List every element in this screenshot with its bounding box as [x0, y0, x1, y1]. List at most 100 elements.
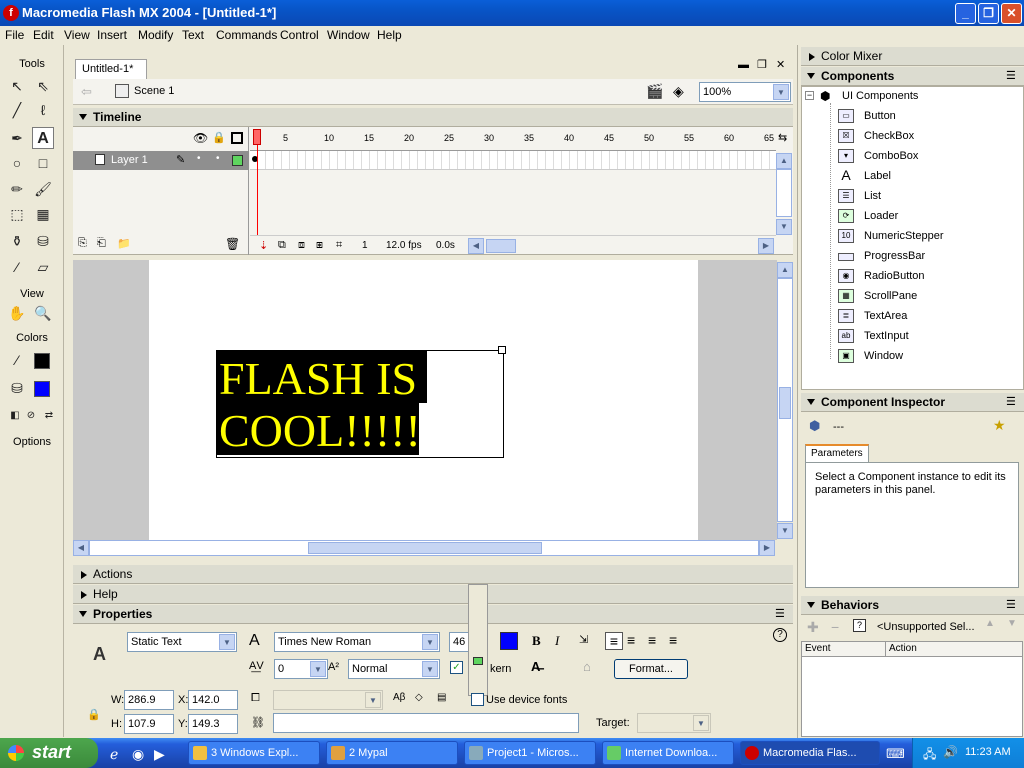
keyboard-icon[interactable]: ⌨: [886, 746, 905, 762]
zoom-tool-icon[interactable]: 🔍: [32, 302, 54, 324]
menu-help[interactable]: Help: [377, 28, 402, 42]
eye-icon[interactable]: 👁: [193, 131, 208, 145]
menu-file[interactable]: File: [5, 28, 24, 42]
x-input[interactable]: [188, 690, 238, 710]
stage-pasteboard[interactable]: FLASH IS COOL!!!!!: [73, 260, 777, 540]
arrow-tool-icon[interactable]: ↖: [6, 75, 28, 97]
scroll-left-button[interactable]: ◀: [468, 238, 484, 254]
edit-multiple-frames-icon[interactable]: ⧆: [316, 239, 323, 252]
scroll-right-button[interactable]: ▶: [758, 238, 774, 254]
baseline-select[interactable]: Normal ▼: [348, 659, 440, 679]
pencil-tool-icon[interactable]: ✏: [6, 178, 28, 200]
layer-outline-color-swatch[interactable]: [232, 155, 243, 166]
letter-spacing-select[interactable]: 0 ▼: [274, 659, 328, 679]
pen-tool-icon[interactable]: ✒: [6, 127, 28, 149]
modify-markers-icon[interactable]: ⌗: [336, 239, 342, 252]
font-rendering-icon[interactable]: A̶: [531, 659, 540, 674]
font-size-slider[interactable]: [468, 584, 488, 696]
stage-horizontal-scrollbar[interactable]: [89, 540, 759, 556]
doc-close-icon[interactable]: ✕: [776, 58, 785, 71]
doc-minimize-icon[interactable]: ▬: [738, 59, 749, 71]
properties-header[interactable]: Properties ☰: [73, 605, 793, 624]
fill-transform-tool-icon[interactable]: ▦: [32, 203, 54, 225]
align-right-icon[interactable]: ≡: [648, 632, 656, 648]
lock-proportion-icon[interactable]: 🔒: [87, 708, 101, 721]
format-button[interactable]: Format...: [614, 659, 688, 679]
help-icon[interactable]: ?: [773, 628, 787, 642]
oval-tool-icon[interactable]: ○: [6, 152, 28, 174]
stage-vertical-thumb[interactable]: [779, 387, 791, 419]
components-header[interactable]: Components ☰: [801, 67, 1024, 86]
resize-handle[interactable]: [498, 346, 506, 354]
stage-vertical-scrollbar[interactable]: [777, 278, 793, 522]
stage-scroll-left-button[interactable]: ◀: [73, 540, 89, 556]
italic-button[interactable]: I: [555, 633, 559, 649]
slider-thumb[interactable]: [473, 657, 483, 665]
ink-bottle-tool-icon[interactable]: ⚱: [6, 230, 28, 252]
help-icon[interactable]: ?: [853, 619, 866, 632]
parameters-tab[interactable]: Parameters: [805, 444, 869, 462]
taskbar-item-flash[interactable]: Macromedia Flas...: [740, 741, 880, 765]
target-select[interactable]: ▼: [637, 713, 711, 733]
panel-options-icon[interactable]: ☰: [775, 607, 785, 620]
media-quicklaunch-icon[interactable]: ◉: [132, 746, 144, 763]
lock-icon[interactable]: 🔒: [212, 131, 226, 144]
menu-window[interactable]: Window: [327, 28, 370, 42]
move-down-icon[interactable]: ▼: [1007, 618, 1017, 629]
height-input[interactable]: [124, 714, 174, 734]
star-icon[interactable]: ★: [993, 417, 1006, 434]
collapse-tree-icon[interactable]: −: [805, 91, 814, 100]
restore-button[interactable]: ❐: [978, 3, 999, 24]
url-link-icon[interactable]: ⌂: [583, 659, 591, 674]
menu-insert[interactable]: Insert: [97, 28, 127, 42]
swap-colors-icon[interactable]: ⇄: [38, 405, 60, 427]
playhead[interactable]: [253, 129, 261, 145]
width-input[interactable]: [124, 690, 174, 710]
align-left-icon[interactable]: ≡: [605, 632, 623, 650]
back-arrow-icon[interactable]: ⇦: [81, 84, 92, 100]
volume-icon[interactable]: 🔊: [943, 745, 958, 759]
close-button[interactable]: ✕: [1001, 3, 1022, 24]
fill-color-swatch[interactable]: [34, 381, 50, 397]
html-render-icon[interactable]: ◇: [415, 692, 423, 703]
autokern-checkbox[interactable]: ✓: [450, 661, 463, 674]
instance-select[interactable]: ▼: [273, 690, 383, 710]
network-icon[interactable]: 🖧: [923, 745, 936, 766]
ui-components-folder[interactable]: UI Components: [842, 90, 918, 102]
eyedropper-tool-icon[interactable]: ⁄: [6, 256, 28, 278]
taskbar-item-mypal[interactable]: 2 Mypal: [326, 741, 458, 765]
line-tool-icon[interactable]: ╱: [6, 99, 28, 121]
menu-modify[interactable]: Modify: [138, 28, 173, 42]
layer-row[interactable]: Layer 1 ✎ • •: [73, 151, 249, 170]
taskbar-item-idm[interactable]: Internet Downloa...: [602, 741, 734, 765]
url-link-input[interactable]: [273, 713, 579, 733]
scene-label[interactable]: Scene 1: [134, 85, 174, 97]
y-input[interactable]: [188, 714, 238, 734]
stage-scroll-down-button[interactable]: ▼: [777, 523, 793, 539]
stage-scroll-right-button[interactable]: ▶: [759, 540, 775, 556]
use-device-fonts-checkbox[interactable]: [471, 693, 484, 706]
edit-scene-icon[interactable]: 🎬: [646, 83, 663, 100]
visibility-dot-icon[interactable]: •: [197, 153, 201, 164]
edit-symbols-icon[interactable]: ◈: [673, 83, 684, 100]
eraser-tool-icon[interactable]: ▱: [32, 256, 54, 278]
action-column-header[interactable]: Action: [886, 642, 1022, 657]
rectangle-tool-icon[interactable]: □: [32, 152, 54, 174]
text-type-select[interactable]: Static Text ▼: [127, 632, 237, 652]
panel-options-icon[interactable]: ☰: [1006, 598, 1016, 611]
brush-tool-icon[interactable]: 🖌: [32, 178, 54, 200]
frames-area[interactable]: 1 5 10 15 20 25 30 35 40 45 50 55 60 65: [250, 127, 776, 235]
onion-skin-icon[interactable]: ⧉: [278, 239, 286, 252]
menu-view[interactable]: View: [64, 28, 90, 42]
trash-icon[interactable]: 🗑: [225, 237, 240, 251]
timeline-header[interactable]: Timeline: [73, 108, 793, 127]
taskbar-item-project[interactable]: Project1 - Micros...: [464, 741, 596, 765]
justify-icon[interactable]: ≡: [669, 632, 677, 648]
scroll-up-button[interactable]: ▲: [776, 153, 792, 169]
move-up-icon[interactable]: ▲: [985, 618, 995, 629]
bold-button[interactable]: B: [532, 633, 541, 649]
window-title-bar[interactable]: f Macromedia Flash MX 2004 - [Untitled-1…: [0, 0, 1024, 26]
paint-bucket-tool-icon[interactable]: ⛁: [32, 230, 54, 252]
frame-view-options-icon[interactable]: ⇆: [778, 131, 787, 144]
scroll-down-button[interactable]: ▼: [776, 219, 792, 235]
